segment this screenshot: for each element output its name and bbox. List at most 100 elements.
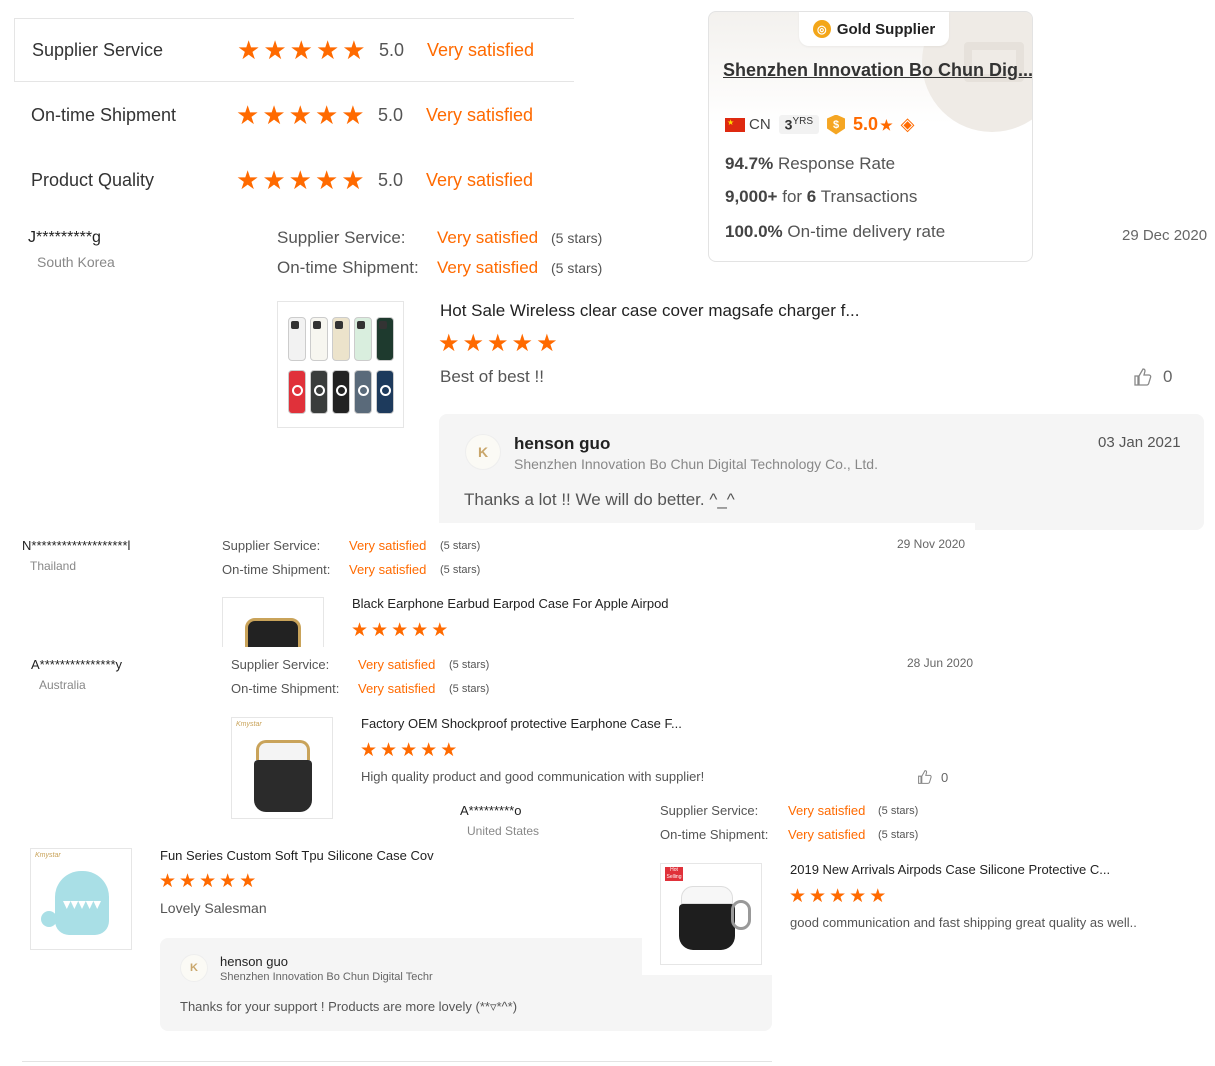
thumbs-up-icon — [918, 770, 932, 784]
rating-stars: ★ ★ ★ ★ ★ — [236, 100, 365, 130]
airpod-case — [679, 904, 735, 950]
shipment-label: On-time Shipment: — [277, 258, 419, 277]
hot-selling-badge: Hot Selling — [665, 867, 683, 881]
phone-case — [376, 370, 394, 414]
rating-stars: ★ ★ ★ ★ ★ — [360, 740, 458, 761]
reviewer-country: Thailand — [30, 559, 77, 573]
star-icon: ★ — [880, 117, 893, 133]
summary-status: Very satisfied — [426, 169, 534, 190]
like-count: 0 — [941, 769, 949, 785]
response-rate-label: Response Rate — [777, 154, 896, 173]
reviewer-name: A*********o — [460, 803, 522, 818]
summary-label: Product Quality — [31, 169, 155, 190]
phone-case — [332, 370, 350, 414]
supplier-logo: K — [465, 434, 501, 470]
ontime-value: 100.0% — [725, 222, 783, 241]
phone-case — [288, 370, 306, 414]
shipment-stars: (5 stars) — [440, 564, 481, 576]
transactions-label: Transactions — [820, 187, 918, 206]
product-title-link[interactable]: Factory OEM Shockproof protective Earpho… — [361, 716, 682, 731]
years-badge: 3YRS — [778, 115, 820, 134]
rating-summary: Supplier Service ★ ★ ★ ★ ★ 5.0 Very satisfie… — [14, 18, 574, 213]
summary-status: Very satisfied — [426, 104, 534, 125]
review-comment: Best of best !! — [440, 367, 544, 386]
review-date: 29 Nov 2020 — [897, 537, 966, 551]
supplier-service-label: Supplier Service: — [277, 228, 406, 247]
rating-stars: ★ ★ ★ ★ ★ — [351, 620, 449, 641]
transactions-for: for — [782, 187, 803, 206]
reply-company: Shenzhen Innovation Bo Chun Digital Tech… — [220, 971, 433, 983]
shark-fin — [41, 911, 57, 927]
supplier-service-value: Very satisfied — [358, 657, 436, 672]
supplier-service-label: Supplier Service: — [222, 538, 321, 553]
phone-case — [288, 317, 306, 361]
transactions-count: 6 — [806, 187, 817, 206]
carabiner — [731, 900, 751, 930]
like-button[interactable]: 0 — [917, 769, 948, 785]
supplier-logo: K — [180, 954, 208, 982]
reply-date: 03 Jan 2021 — [1098, 434, 1181, 451]
shipment-stars: (5 stars) — [878, 829, 919, 841]
reviewer-name: J*********g — [28, 229, 101, 246]
review-date: 28 Jun 2020 — [907, 656, 974, 670]
summary-label: Supplier Service — [32, 39, 164, 60]
reply-text: Thanks a lot !! We will do better. ^_^ — [464, 490, 735, 509]
summary-row-ontime-shipment: On-time Shipment ★ ★ ★ ★ ★ 5.0 Very satisfie… — [14, 83, 574, 147]
summary-score: 5.0 — [378, 104, 404, 125]
product-title-link[interactable]: Fun Series Custom Soft Tpu Silicone Case… — [160, 848, 442, 863]
summary-score: 5.0 — [379, 39, 405, 60]
ontime-label: On-time delivery rate — [787, 222, 946, 241]
supplier-service-stars: (5 stars) — [449, 659, 490, 671]
review-comment: High quality product and good communicat… — [361, 769, 705, 784]
rating-value: 5.0 — [853, 114, 879, 134]
supplier-service-stars: (5 stars) — [551, 230, 603, 246]
review-comment: good communication and fast shipping gre… — [790, 915, 1137, 930]
shipment-value: Very satisfied — [437, 258, 539, 277]
gold-supplier-label: Gold Supplier — [836, 20, 936, 38]
product-image[interactable] — [277, 301, 404, 428]
brand-logo: Kmystar — [236, 721, 262, 728]
shipment-value: Very satisfied — [358, 681, 436, 696]
diamond-icon: ◈ — [900, 114, 915, 134]
reviewer-name: A***************y — [31, 657, 123, 672]
divider — [22, 1061, 772, 1062]
like-button[interactable]: 0 — [1133, 367, 1172, 387]
product-image[interactable]: Hot Selling — [660, 863, 762, 965]
supplier-service-stars: (5 stars) — [440, 540, 481, 552]
phone-case — [376, 317, 394, 361]
product-title-link[interactable]: Black Earphone Earbud Earpod Case For Ap… — [352, 596, 669, 611]
shipment-stars: (5 stars) — [449, 683, 490, 695]
like-count: 0 — [1163, 367, 1173, 386]
review-date: 29 Dec 2020 — [1122, 227, 1208, 244]
phone-case — [354, 317, 372, 361]
reviewer-name: N*******************l — [22, 538, 131, 553]
shipment-value: Very satisfied — [788, 827, 866, 842]
gold-supplier-badge: ◎ Gold Supplier — [799, 12, 949, 46]
summary-row-product-quality: Product Quality ★ ★ ★ ★ ★ 5.0 Very satisfied — [14, 148, 574, 212]
supplier-name-link[interactable]: Shenzhen Innovation Bo Chun Dig... — [723, 60, 1032, 81]
reply-company: Shenzhen Innovation Bo Chun Digital Tech… — [514, 456, 878, 472]
phone-case — [332, 317, 350, 361]
supplier-card[interactable]: ◎ Gold Supplier Shenzhen Innovation Bo C… — [708, 11, 1033, 262]
rating-stars: ★ ★ ★ ★ ★ — [237, 35, 366, 65]
china-flag-icon — [725, 117, 745, 132]
gold-supplier-icon: ◎ — [812, 20, 831, 38]
product-title-link[interactable]: 2019 New Arrivals Airpods Case Silicone … — [790, 862, 1110, 877]
shipment-value: Very satisfied — [349, 562, 427, 577]
supplier-service-label: Supplier Service: — [660, 803, 759, 818]
supplier-reply: K henson guo Shenzhen Innovation Bo Chun… — [439, 414, 1204, 530]
review-comment: Lovely Salesman — [160, 900, 267, 916]
rating-stars: ★ ★ ★ ★ ★ — [159, 871, 257, 892]
supplier-tags: CN 3YRS $ 5.0★ ◈ — [725, 114, 914, 135]
product-title-link[interactable]: Hot Sale Wireless clear case cover magsa… — [440, 301, 860, 321]
phone-case — [354, 370, 372, 414]
transactions-amount: 9,000+ — [725, 187, 778, 206]
product-image[interactable] — [222, 597, 324, 647]
supplier-service-value: Very satisfied — [349, 538, 427, 553]
shipment-label: On-time Shipment: — [660, 827, 769, 842]
rating-stars: ★ ★ ★ ★ ★ — [789, 886, 887, 907]
reviewer-country: Australia — [39, 678, 86, 692]
supplier-service-value: Very satisfied — [788, 803, 866, 818]
product-image[interactable]: Kmystar — [231, 717, 333, 819]
product-image[interactable]: Kmystar — [30, 848, 132, 950]
